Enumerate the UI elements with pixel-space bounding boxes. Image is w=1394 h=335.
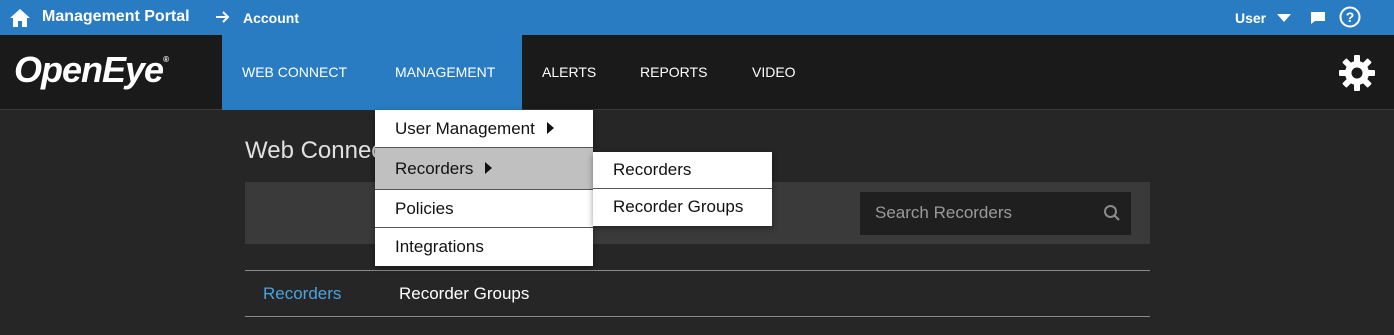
menu-item-integrations[interactable]: Integrations	[375, 228, 593, 266]
top-bar: Management Portal Account User ?	[0, 0, 1394, 35]
main-nav: OpenEye® WEB CONNECT MANAGEMENT ALERTS R…	[0, 35, 1394, 110]
chevron-down-icon[interactable]	[1277, 14, 1291, 22]
user-menu-label[interactable]: User	[1235, 10, 1266, 26]
nav-reports[interactable]: REPORTS	[640, 64, 707, 80]
page-title: Web Connect	[245, 137, 390, 164]
tabs-divider-bottom	[245, 316, 1150, 317]
help-icon[interactable]: ?	[1339, 6, 1361, 28]
nav-alerts[interactable]: ALERTS	[542, 64, 596, 80]
nav-management[interactable]: MANAGEMENT	[395, 64, 495, 80]
tabs-divider-top	[245, 270, 1150, 271]
home-icon[interactable]	[9, 8, 31, 28]
search-input[interactable]	[875, 202, 1095, 224]
portal-title[interactable]: Management Portal	[42, 8, 190, 26]
menu-item-recorders[interactable]: Recorders	[375, 148, 593, 190]
menu-item-user-management[interactable]: User Management	[375, 110, 593, 148]
arrow-right-icon	[216, 11, 230, 23]
breadcrumb-account[interactable]: Account	[243, 10, 299, 26]
submenu-item-recorder-groups[interactable]: Recorder Groups	[593, 189, 772, 226]
recorders-submenu: Recorders Recorder Groups	[593, 152, 772, 226]
tab-recorder-groups[interactable]: Recorder Groups	[399, 284, 529, 304]
tab-recorders[interactable]: Recorders	[263, 284, 341, 304]
caret-right-icon	[546, 121, 554, 134]
submenu-item-recorders[interactable]: Recorders	[593, 152, 772, 189]
chat-icon[interactable]	[1310, 11, 1326, 25]
menu-item-policies[interactable]: Policies	[375, 190, 593, 228]
gear-icon[interactable]	[1337, 53, 1377, 93]
nav-video[interactable]: VIDEO	[752, 64, 796, 80]
svg-text:?: ?	[1346, 9, 1355, 25]
nav-web-connect[interactable]: WEB CONNECT	[242, 64, 347, 80]
management-dropdown-menu: User Management Recorders Policies Integ…	[375, 110, 593, 266]
search-icon[interactable]	[1103, 204, 1121, 222]
caret-right-icon	[485, 161, 493, 174]
openeye-logo[interactable]: OpenEye®	[14, 49, 169, 91]
